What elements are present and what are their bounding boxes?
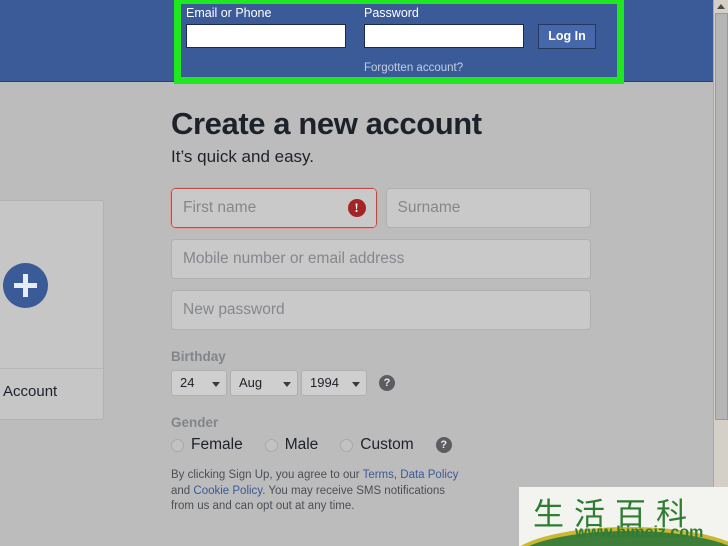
- name-row: !: [170, 187, 591, 229]
- birthday-year-select[interactable]: 1994: [301, 370, 367, 396]
- vertical-scrollbar[interactable]: [713, 0, 728, 546]
- password-field-group: Password: [364, 6, 524, 48]
- forgotten-account-link[interactable]: Forgotten account?: [364, 62, 463, 74]
- watermark-url: www.bimeiz.com: [575, 524, 704, 541]
- birthday-day-select[interactable]: 24: [171, 370, 227, 396]
- radio-female[interactable]: [171, 438, 184, 452]
- surname-field[interactable]: [385, 188, 591, 228]
- scroll-up-button[interactable]: [714, 0, 728, 12]
- exclamation-circle-icon: !: [347, 199, 366, 217]
- gender-row: Female Male Custom ?: [171, 436, 591, 454]
- chevron-up-icon: [717, 4, 725, 9]
- watermark: 生活百科 www.bimeiz.com: [519, 487, 728, 546]
- card-divider: [0, 368, 103, 369]
- log-in-button[interactable]: Log In: [538, 24, 596, 49]
- birthday-help-question-mark-icon[interactable]: ?: [379, 375, 395, 391]
- contact-input[interactable]: [171, 239, 591, 279]
- page-subtitle: It’s quick and easy.: [171, 147, 315, 166]
- birthday-day-value: 24: [180, 375, 195, 390]
- birthday-year-value: 1994: [310, 375, 339, 390]
- login-bar: Email or Phone Password Forgotten accoun…: [186, 6, 612, 78]
- radio-custom[interactable]: [340, 438, 354, 452]
- chevron-down-icon: [283, 382, 291, 387]
- chevron-down-icon: [352, 382, 360, 387]
- new-password-field[interactable]: [171, 290, 591, 330]
- gender-help-question-mark-icon[interactable]: ?: [435, 437, 452, 453]
- gender-label: Gender: [171, 415, 219, 430]
- first-name-field[interactable]: !: [170, 187, 378, 229]
- gender-female-label: Female: [191, 436, 243, 453]
- gender-custom-label: Custom: [360, 436, 414, 453]
- birthday-month-value: Aug: [239, 375, 263, 390]
- surname-input[interactable]: [385, 188, 591, 228]
- signup-form: Create a new account It’s quick and easy…: [170, 104, 591, 515]
- plus-icon: [3, 263, 48, 308]
- new-password-input[interactable]: [171, 290, 591, 330]
- terms-link[interactable]: Terms: [363, 469, 394, 481]
- contact-row: [171, 239, 591, 279]
- email-field-group: Email or Phone: [186, 6, 346, 48]
- password-label: Password: [364, 6, 419, 20]
- screenshot-root: Email or Phone Password Forgotten accoun…: [0, 0, 728, 546]
- birthday-month-select[interactable]: Aug: [230, 370, 298, 396]
- page-title: Create a new account: [171, 106, 482, 141]
- new-password-row: [171, 290, 591, 330]
- cookie-policy-link[interactable]: Cookie Policy: [193, 485, 262, 497]
- password-input[interactable]: [364, 24, 524, 48]
- data-policy-link[interactable]: Data Policy: [400, 469, 458, 481]
- side-account-card[interactable]: Account: [0, 200, 104, 420]
- terms-text: By clicking Sign Up, you agree to our Te…: [171, 468, 467, 515]
- email-input[interactable]: [186, 24, 346, 48]
- gender-option-male[interactable]: Male: [264, 436, 319, 454]
- birthday-label: Birthday: [171, 349, 226, 364]
- gender-male-label: Male: [284, 436, 319, 453]
- email-label: Email or Phone: [186, 6, 272, 20]
- contact-field[interactable]: [171, 239, 591, 279]
- radio-male[interactable]: [264, 438, 278, 452]
- terms-part1: By clicking Sign Up, you agree to our: [171, 469, 363, 481]
- gender-option-custom[interactable]: Custom: [340, 436, 414, 454]
- gender-option-female[interactable]: Female: [171, 436, 243, 454]
- birthday-row: 24 Aug 1994 ?: [171, 370, 591, 396]
- chevron-down-icon: [212, 382, 220, 387]
- scrollbar-thumb[interactable]: [715, 13, 728, 420]
- side-account-label: Account: [3, 383, 58, 400]
- first-name-input[interactable]: [171, 188, 377, 228]
- terms-part2: and: [171, 484, 194, 497]
